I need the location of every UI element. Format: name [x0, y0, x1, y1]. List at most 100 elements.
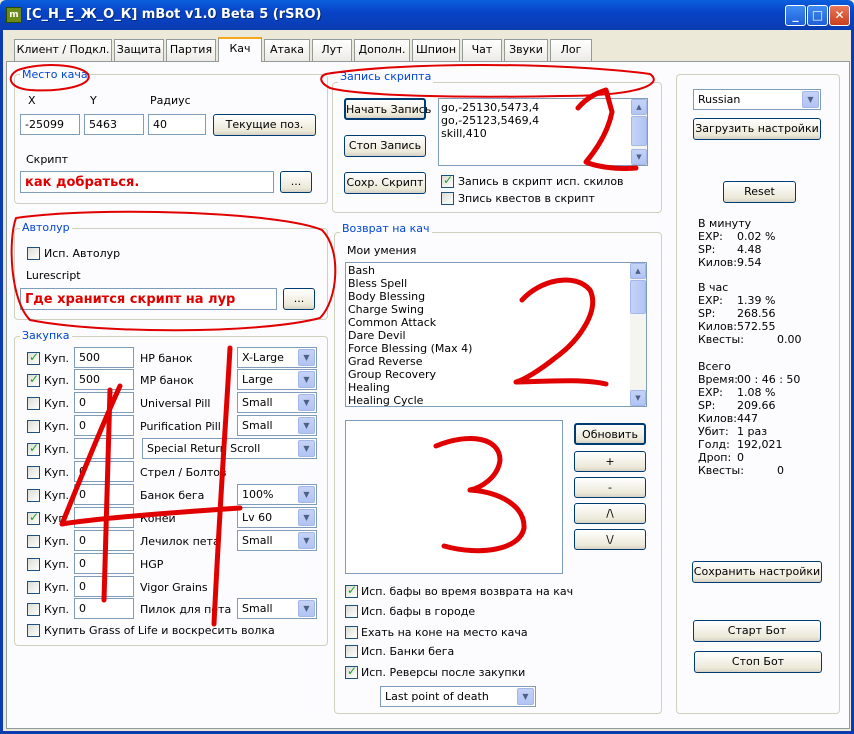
load-settings-button[interactable]: Загрузить настройки: [693, 118, 821, 140]
grass-checkbox[interactable]: [27, 624, 40, 637]
language-select[interactable]: Russian ▼: [693, 89, 821, 110]
buy-checkbox[interactable]: [27, 397, 40, 410]
skill-list-item[interactable]: Common Attack: [346, 316, 646, 329]
skill-list-item[interactable]: Force Blessing (Max 4): [346, 342, 646, 355]
chevron-down-icon[interactable]: ▼: [802, 91, 819, 108]
buy-checkbox[interactable]: [27, 489, 40, 502]
record-quests-checkbox[interactable]: [441, 192, 454, 205]
return-option-checkbox[interactable]: [345, 583, 358, 598]
chevron-down-icon[interactable]: ▼: [298, 486, 315, 503]
buy-checkbox[interactable]: [27, 581, 40, 594]
x-input[interactable]: -25099: [20, 114, 80, 135]
quantity-input[interactable]: 0: [74, 576, 134, 597]
current-pos-button[interactable]: Текущие поз.: [213, 114, 316, 136]
quantity-input[interactable]: 500: [74, 347, 134, 368]
item-type-select[interactable]: 100% ▼: [237, 484, 317, 505]
tab-sounds[interactable]: Звуки: [504, 39, 548, 61]
skill-list-item[interactable]: Group Recovery: [346, 368, 646, 381]
return-option-checkbox[interactable]: [345, 664, 358, 679]
save-script-button[interactable]: Сохр. Скрипт: [344, 172, 426, 194]
add-skill-button[interactable]: +: [574, 451, 646, 472]
reverse-option-select[interactable]: Last point of death ▼: [380, 686, 536, 707]
tab-party[interactable]: Партия: [166, 39, 216, 61]
skills-list[interactable]: Bash Bless Spell Body Blessing Charge Swing…: [345, 262, 647, 407]
tab-extra[interactable]: Дополн.: [354, 39, 410, 61]
buy-checkbox[interactable]: [27, 558, 40, 571]
quantity-input[interactable]: 0: [74, 553, 134, 574]
skill-list-item[interactable]: Bash: [346, 264, 646, 277]
skill-list-item[interactable]: Body Blessing: [346, 290, 646, 303]
scroll-thumb[interactable]: [631, 116, 647, 146]
script-textarea[interactable]: go,-25130,5473,4 go,-25123,5469,4 skill,…: [438, 98, 648, 166]
radius-input[interactable]: 40: [148, 114, 206, 135]
buy-checkbox[interactable]: [27, 535, 40, 548]
quantity-input[interactable]: 0: [74, 484, 134, 505]
chevron-down-icon[interactable]: ▼: [298, 417, 315, 434]
buy-checkbox[interactable]: [27, 350, 40, 365]
tab-log[interactable]: Лог: [550, 39, 592, 61]
quantity-input[interactable]: 0: [74, 415, 134, 436]
quantity-input[interactable]: 0: [74, 598, 134, 619]
item-type-select[interactable]: Small ▼: [237, 392, 317, 413]
scroll-down-icon[interactable]: ▼: [631, 149, 647, 165]
close-button[interactable]: ✕: [829, 5, 850, 26]
buy-checkbox[interactable]: [27, 603, 40, 616]
stop-bot-button[interactable]: Стоп Бот: [694, 651, 822, 673]
remove-skill-button[interactable]: -: [574, 477, 646, 498]
item-type-select[interactable]: Small ▼: [237, 598, 317, 619]
skill-list-item[interactable]: Charge Swing: [346, 303, 646, 316]
stop-record-button[interactable]: Стоп Запись: [344, 135, 426, 157]
chevron-down-icon[interactable]: ▼: [298, 394, 315, 411]
move-down-button[interactable]: \/: [574, 529, 646, 550]
tab-spy[interactable]: Шпион: [412, 39, 460, 61]
skill-list-item[interactable]: Grad Reverse: [346, 355, 646, 368]
buy-checkbox[interactable]: [27, 510, 40, 525]
chevron-down-icon[interactable]: ▼: [298, 532, 315, 549]
skill-list-item[interactable]: Dare Devil: [346, 329, 646, 342]
chevron-down-icon[interactable]: ▼: [298, 349, 315, 366]
chevron-down-icon[interactable]: ▼: [517, 688, 534, 705]
buy-checkbox[interactable]: [27, 441, 40, 456]
chevron-down-icon[interactable]: ▼: [298, 509, 315, 526]
scroll-thumb[interactable]: [630, 280, 646, 314]
skill-list-item[interactable]: Bless Spell: [346, 277, 646, 290]
autoloot-checkbox[interactable]: [27, 247, 40, 260]
quantity-input[interactable]: [74, 507, 134, 528]
item-type-select[interactable]: Small ▼: [237, 415, 317, 436]
script-scrollbar[interactable]: ▲ ▼: [631, 99, 647, 165]
lurescript-browse-button[interactable]: ...: [283, 288, 315, 310]
return-option-checkbox[interactable]: [345, 645, 358, 658]
quantity-input[interactable]: [74, 438, 134, 459]
item-type-select[interactable]: X-Large ▼: [237, 347, 317, 368]
save-settings-button[interactable]: Сохранить настройки: [692, 561, 822, 583]
tab-loot[interactable]: Лут: [312, 39, 352, 61]
tab-client[interactable]: Клиент / Подкл.: [14, 39, 112, 61]
tab-chat[interactable]: Чат: [462, 39, 502, 61]
scroll-up-icon[interactable]: ▲: [631, 99, 647, 115]
chevron-down-icon[interactable]: ▼: [298, 600, 315, 617]
item-type-select[interactable]: Large ▼: [237, 369, 317, 390]
return-option-checkbox[interactable]: [345, 626, 358, 639]
scroll-down-icon[interactable]: ▼: [630, 390, 646, 406]
skill-list-item[interactable]: Healing Cycle: [346, 394, 646, 406]
return-option-checkbox[interactable]: [345, 605, 358, 618]
tab-training[interactable]: Кач: [218, 37, 262, 62]
scroll-up-icon[interactable]: ▲: [630, 263, 646, 279]
move-up-button[interactable]: /\: [574, 503, 646, 524]
quantity-input[interactable]: 500: [74, 369, 134, 390]
reset-button[interactable]: Reset: [723, 181, 796, 203]
start-bot-button[interactable]: Старт Бот: [693, 620, 821, 642]
quantity-input[interactable]: 0: [74, 461, 134, 482]
skill-list-item[interactable]: Healing: [346, 381, 646, 394]
quantity-input[interactable]: 0: [74, 392, 134, 413]
minimize-button[interactable]: _: [785, 5, 806, 26]
item-type-select[interactable]: Lv 60 ▼: [237, 507, 317, 528]
tab-attack[interactable]: Атака: [264, 39, 310, 61]
skills-scrollbar[interactable]: ▲ ▼: [630, 263, 646, 406]
chevron-down-icon[interactable]: ▼: [298, 440, 315, 457]
tab-protection[interactable]: Защита: [114, 39, 164, 61]
buy-checkbox[interactable]: [27, 466, 40, 479]
quantity-input[interactable]: 0: [74, 530, 134, 551]
y-input[interactable]: 5463: [84, 114, 144, 135]
chevron-down-icon[interactable]: ▼: [298, 371, 315, 388]
